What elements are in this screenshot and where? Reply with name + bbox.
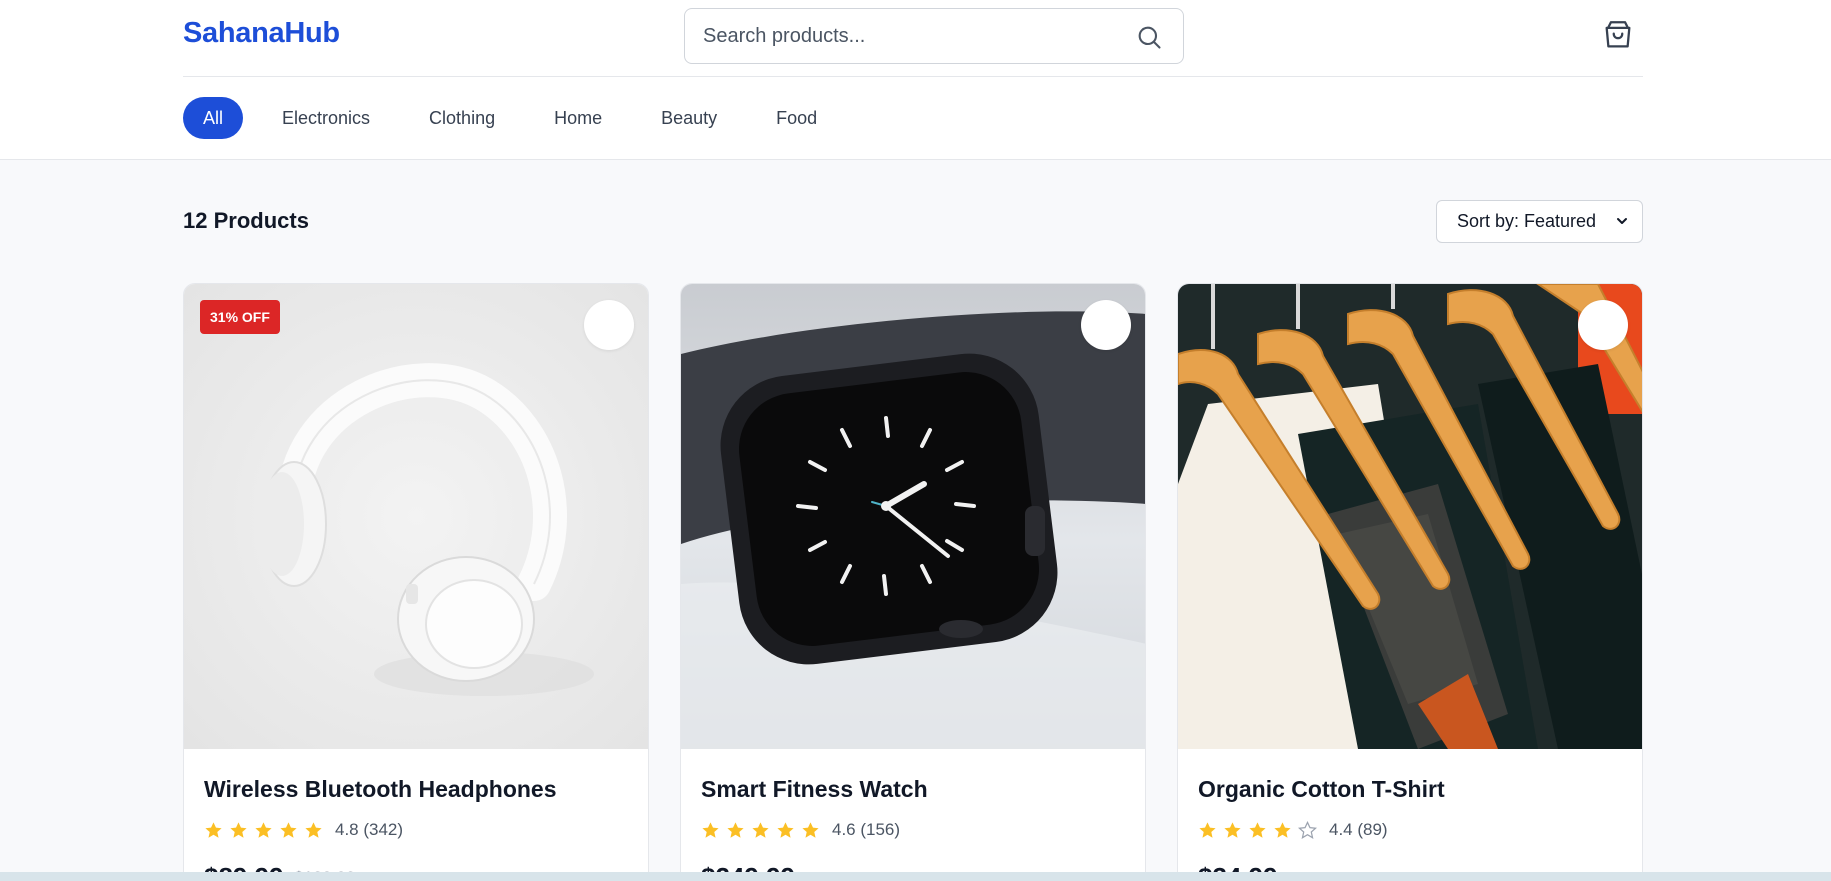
star-icon: [802, 821, 819, 838]
chevron-down-icon: [1617, 218, 1627, 224]
star-icon: [1249, 821, 1266, 838]
header-divider: [183, 76, 1643, 77]
product-title[interactable]: Smart Fitness Watch: [701, 776, 928, 803]
category-pill-home[interactable]: Home: [534, 97, 622, 139]
category-pill-food[interactable]: Food: [756, 97, 837, 139]
product-title[interactable]: Organic Cotton T-Shirt: [1198, 776, 1445, 803]
wishlist-button[interactable]: [1081, 300, 1131, 350]
star-icon: [280, 821, 297, 838]
discount-badge: 31% OFF: [200, 300, 280, 334]
shopping-bag-icon[interactable]: [1601, 18, 1635, 52]
product-card[interactable]: Smart Fitness Watch 4.6 (156) $249.99: [680, 283, 1146, 881]
sort-select[interactable]: Sort by: Featured: [1436, 200, 1643, 243]
star-icon: [777, 821, 794, 838]
search-input[interactable]: [703, 9, 1103, 63]
star-empty-icon: [1298, 820, 1317, 839]
star-icon: [305, 821, 322, 838]
star-icon: [205, 821, 222, 838]
product-image-clothes-rack[interactable]: [1178, 284, 1642, 749]
category-pill-electronics[interactable]: Electronics: [262, 97, 390, 139]
product-title[interactable]: Wireless Bluetooth Headphones: [204, 776, 557, 803]
product-image-smartwatch[interactable]: [681, 284, 1145, 749]
wishlist-button[interactable]: [1578, 300, 1628, 350]
rating-text: 4.8 (342): [335, 820, 404, 839]
site-logo[interactable]: SahanaHub: [183, 17, 340, 50]
product-rating: 4.4 (89): [1198, 820, 1388, 840]
category-nav: All Electronics Clothing Home Beauty Foo…: [183, 97, 856, 139]
category-pill-beauty[interactable]: Beauty: [641, 97, 737, 139]
star-icon: [752, 821, 769, 838]
star-icon: [727, 821, 744, 838]
rating-text: 4.4 (89): [1329, 820, 1388, 839]
star-icon: [230, 821, 247, 838]
wishlist-button[interactable]: [584, 300, 634, 350]
search-icon[interactable]: [1135, 23, 1163, 51]
category-pill-all[interactable]: All: [183, 97, 244, 139]
window-bottom-edge: [0, 872, 1831, 881]
product-image-headphones[interactable]: 31% OFF: [184, 284, 648, 749]
star-icon: [1199, 821, 1216, 838]
product-card[interactable]: Organic Cotton T-Shirt 4.4 (89) $34.99: [1177, 283, 1643, 881]
category-pill-clothing[interactable]: Clothing: [409, 97, 515, 139]
rating-text: 4.6 (156): [832, 820, 901, 839]
star-icon: [702, 821, 719, 838]
product-rating: 4.6 (156): [701, 820, 900, 840]
star-icon: [1274, 821, 1291, 838]
star-icon: [1224, 821, 1241, 838]
product-count: 12 Products: [183, 208, 309, 233]
star-icon: [255, 821, 272, 838]
product-rating: 4.8 (342): [204, 820, 403, 840]
sort-label: Sort by: Featured: [1457, 211, 1597, 231]
product-card[interactable]: 31% OFF Wireless Bluetooth Headphones 4.…: [183, 283, 649, 881]
site-header: SahanaHub All Electronics Clothing Home …: [0, 0, 1831, 160]
search-bar: [684, 8, 1184, 64]
